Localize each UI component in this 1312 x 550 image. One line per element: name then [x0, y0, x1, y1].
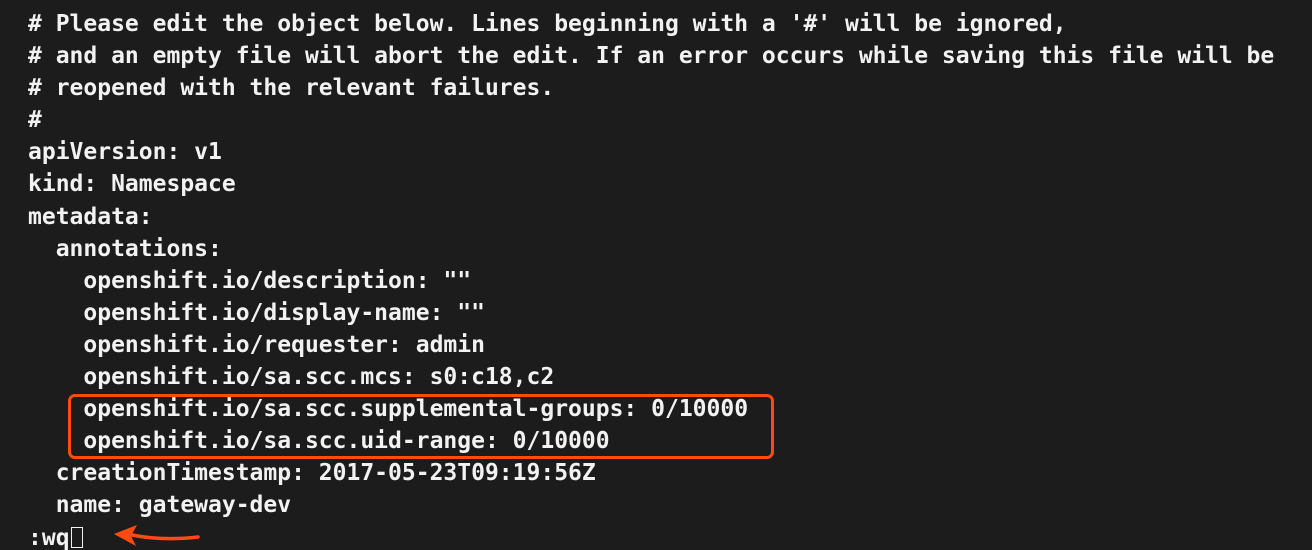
editor-buffer[interactable]: # Please edit the object below. Lines be… — [28, 8, 1274, 550]
command-line[interactable]: :wq — [28, 522, 1274, 550]
yaml-line-metadata: metadata: — [28, 203, 153, 230]
yaml-line-creation-timestamp: creationTimestamp: 2017-05-23T09:19:56Z — [28, 460, 596, 487]
comment-line: # Please edit the object below. Lines be… — [28, 11, 1067, 37]
cursor-block — [70, 526, 83, 548]
yaml-line-description: openshift.io/description: "" — [28, 267, 472, 294]
command-text: :wq — [28, 524, 70, 550]
arrow-left-icon — [114, 525, 200, 546]
yaml-line-name: name: gateway-dev — [28, 492, 292, 519]
comment-line: # and an empty file will abort the edit.… — [28, 43, 1275, 70]
comment-line: # — [28, 107, 42, 134]
yaml-line-annotations: annotations: — [28, 235, 222, 262]
comment-line: # reopened with the relevant failures. — [28, 75, 555, 102]
terminal-window[interactable]: # Please edit the object below. Lines be… — [0, 0, 1312, 550]
yaml-line-requester: openshift.io/requester: admin — [28, 331, 485, 358]
yaml-line-scc-mcs: openshift.io/sa.scc.mcs: s0:c18,c2 — [28, 364, 555, 391]
highlight-box — [68, 394, 774, 459]
yaml-line-apiversion: apiVersion: v1 — [28, 139, 222, 166]
yaml-line-kind: kind: Namespace — [28, 171, 236, 198]
yaml-line-display-name: openshift.io/display-name: "" — [28, 299, 485, 326]
